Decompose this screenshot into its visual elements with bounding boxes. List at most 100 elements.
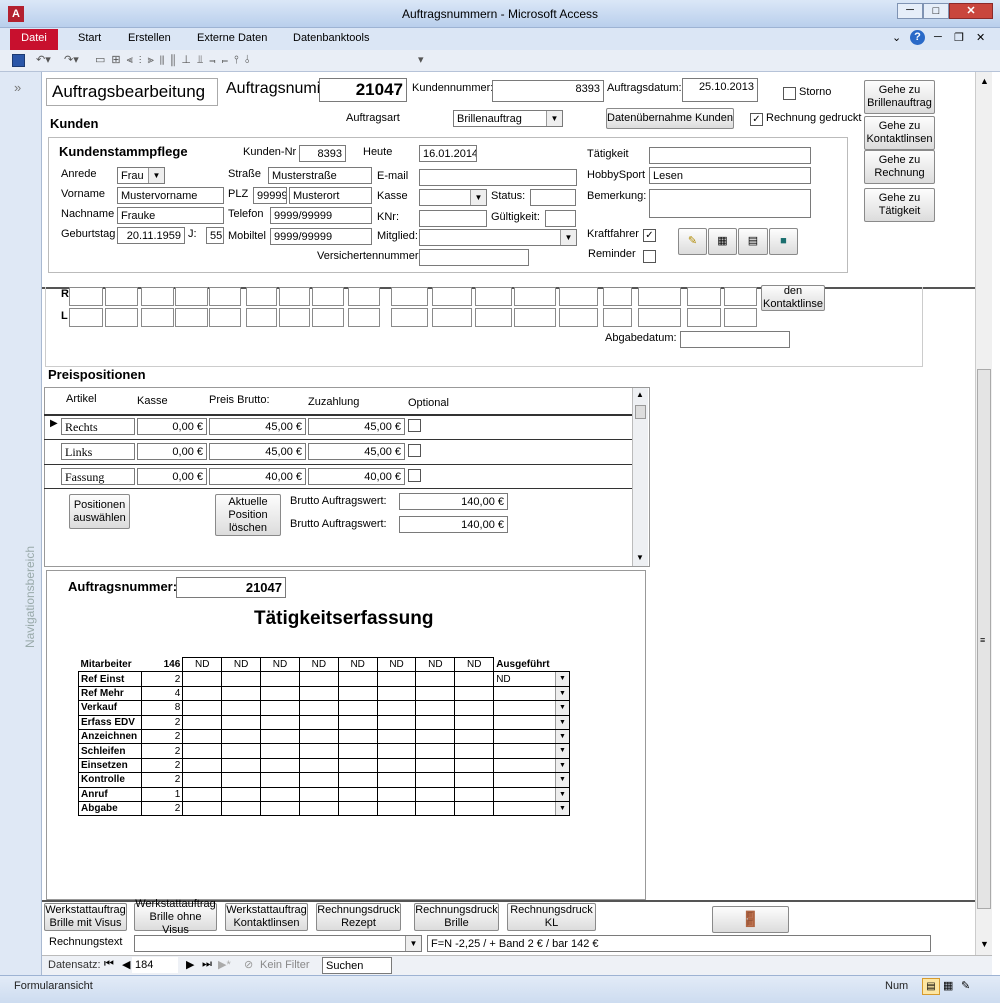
first-record-icon[interactable]: ⏮ (104, 958, 114, 971)
strasse-field[interactable]: Musterstraße (268, 167, 372, 184)
storno-checkbox[interactable] (783, 87, 796, 100)
activity-cell[interactable] (260, 800, 300, 817)
activity-cell[interactable] (415, 714, 456, 730)
activity-cell[interactable] (454, 743, 495, 759)
activity-cell[interactable] (298, 743, 339, 759)
activity-cell[interactable] (337, 714, 378, 730)
activity-cell[interactable] (182, 772, 223, 788)
activity-cell[interactable] (260, 700, 300, 716)
activity-cell[interactable] (415, 685, 456, 702)
ausgefuehrt-select[interactable]: ▼ (493, 800, 570, 817)
activity-cell[interactable] (298, 685, 339, 702)
abgabe-field[interactable] (680, 331, 790, 348)
activity-cell[interactable] (221, 700, 262, 716)
activity-cell[interactable] (298, 772, 339, 788)
knr-field[interactable] (419, 210, 487, 227)
refraction-cell[interactable] (724, 287, 757, 306)
goto-kontaktlinsen-button[interactable]: Gehe zu Kontaktlinsen (864, 116, 935, 150)
email-field[interactable] (419, 169, 577, 186)
scroll-up-icon[interactable]: ▲ (636, 390, 644, 399)
refraction-cell[interactable] (175, 308, 208, 327)
activity-cell[interactable] (376, 743, 417, 759)
activity-cell[interactable] (454, 772, 495, 788)
rechnungsdruck-brille-button[interactable]: Rechnungsdruck Brille (414, 903, 499, 931)
price-kasse[interactable]: 0,00 € (137, 418, 207, 435)
prev-record-icon[interactable]: ◀ (122, 958, 130, 971)
price-zuzahlung[interactable]: 40,00 € (308, 468, 405, 485)
activity-cell[interactable] (415, 728, 456, 745)
refraction-cell[interactable] (559, 287, 598, 306)
activity-cell[interactable] (182, 757, 223, 774)
preise-scrollbar[interactable]: ▲ ▼ (632, 388, 648, 566)
ausgefuehrt-select[interactable]: ▼ (493, 772, 570, 788)
rechnungsdruck-kl-button[interactable]: Rechnungsdruck KL (507, 903, 596, 931)
activity-cell[interactable] (376, 800, 417, 817)
refraction-cell[interactable] (175, 287, 208, 306)
brutto2-field[interactable]: 140,00 € (399, 516, 508, 533)
price-optional-checkbox[interactable] (408, 469, 421, 482)
chevron-down-icon[interactable]: ▼ (555, 787, 569, 801)
goto-rechnung-button[interactable]: Gehe zu Rechnung (864, 150, 935, 184)
price-zuzahlung[interactable]: 45,00 € (308, 443, 405, 460)
taet-order-field[interactable]: 21047 (176, 577, 286, 598)
refraction-cell[interactable] (687, 308, 721, 327)
scroll-down-icon[interactable]: ▼ (980, 939, 989, 949)
next-record-icon[interactable]: ▶ (186, 958, 194, 971)
position-loeschen-button[interactable]: Aktuelle Position löschen (215, 494, 281, 536)
activity-cell[interactable] (260, 743, 300, 759)
refraction-cell[interactable] (246, 308, 277, 327)
price-optional-checkbox[interactable] (408, 419, 421, 432)
refraction-cell[interactable] (432, 308, 472, 327)
scroll-note-icon[interactable]: ✎ (678, 228, 707, 255)
activity-cell[interactable] (298, 671, 339, 687)
navigation-pane[interactable]: » Navigationsbereich (0, 72, 42, 975)
filter-label[interactable]: Kein Filter (260, 959, 310, 971)
price-artikel[interactable]: Fassung (61, 468, 135, 485)
customer-number-field[interactable]: 8393 (492, 80, 604, 102)
refraction-cell[interactable] (391, 308, 428, 327)
maximize-button[interactable]: □ (923, 3, 949, 19)
undo-icon[interactable]: ↶▾ (36, 53, 51, 66)
activity-cell[interactable] (415, 757, 456, 774)
nav-expand-icon[interactable]: » (14, 80, 21, 95)
toolbar-tools-icon[interactable]: ▭⊞⫷⫶⫸⫴⫼⊥⫫⫬⫭⫯⫰ (95, 53, 256, 67)
activity-cell[interactable] (260, 671, 300, 687)
chevron-down-icon[interactable]: ▼ (555, 701, 569, 715)
activity-cell[interactable] (454, 800, 495, 817)
ausgefuehrt-select[interactable]: ▼ (493, 685, 570, 702)
chevron-down-icon[interactable]: ▼ (555, 715, 569, 729)
book-icon[interactable]: ■ (769, 228, 798, 255)
refraction-cell[interactable] (687, 287, 721, 306)
price-kasse[interactable]: 0,00 € (137, 443, 207, 460)
refraction-cell[interactable] (209, 308, 241, 327)
positionen-auswaehlen-button[interactable]: Positionen auswählen (69, 494, 130, 529)
activity-cell[interactable] (182, 786, 223, 802)
tab-externe-daten[interactable]: Externe Daten (197, 32, 267, 44)
chevron-down-icon[interactable]: ▼ (546, 111, 562, 126)
activity-cell[interactable] (376, 786, 417, 802)
customize-toolbar-icon[interactable]: ▾ (418, 53, 424, 66)
activity-cell[interactable] (454, 757, 495, 774)
activity-cell[interactable] (298, 714, 339, 730)
refraction-cell[interactable] (246, 287, 277, 306)
vorname-field[interactable]: Mustervorname (117, 187, 224, 204)
activity-cell[interactable] (298, 757, 339, 774)
heute-field[interactable]: 16.01.2014 (419, 145, 477, 162)
activity-cell[interactable] (454, 685, 495, 702)
rechnungstext-select[interactable]: ▼ (134, 935, 422, 952)
activity-cell[interactable] (260, 757, 300, 774)
kundennr-field[interactable]: 8393 (299, 145, 346, 162)
activity-cell[interactable] (376, 772, 417, 788)
activity-cell[interactable] (337, 800, 378, 817)
ribbon-collapse-icon[interactable]: ⌄ (892, 31, 901, 44)
order-number-field[interactable]: 21047 (319, 78, 407, 102)
refraction-cell[interactable] (559, 308, 598, 327)
werkstatt-brille-ohne-visus-button[interactable]: Werkstattauftrag Brille ohne Visus (134, 898, 217, 936)
chevron-down-icon[interactable]: ▼ (555, 672, 569, 686)
refraction-cell[interactable] (69, 287, 103, 306)
activity-cell[interactable] (221, 685, 262, 702)
chevron-down-icon[interactable]: ▼ (148, 168, 164, 183)
rechnungsdruck-rezept-button[interactable]: Rechnungsdruck Rezept (316, 903, 401, 931)
refraction-cell[interactable] (141, 308, 174, 327)
order-type-select[interactable]: Brillenauftrag ▼ (453, 110, 563, 127)
